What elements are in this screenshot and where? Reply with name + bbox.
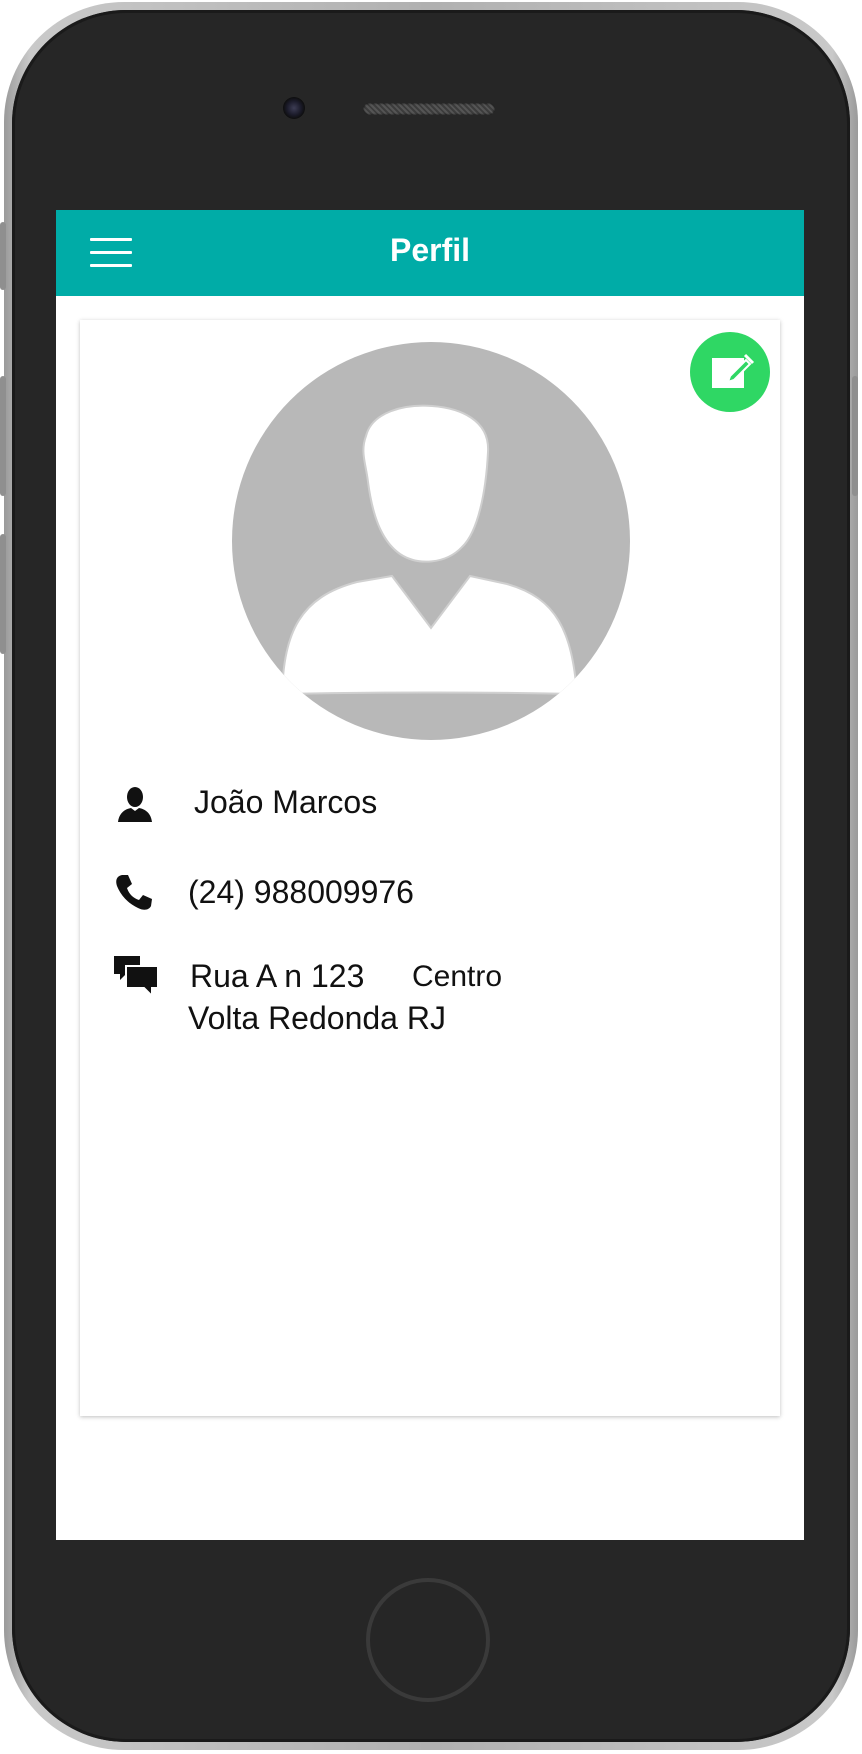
person-icon xyxy=(118,787,152,822)
side-button-volume-down xyxy=(0,534,6,654)
edit-profile-button[interactable] xyxy=(690,332,770,412)
front-camera xyxy=(283,97,305,119)
edit-pencil-icon xyxy=(712,353,755,388)
home-button[interactable] xyxy=(366,1578,490,1702)
profile-card: João Marcos (24) 988009976 Rua A n 123 C… xyxy=(80,320,780,1416)
side-button-mute xyxy=(0,222,6,290)
side-button-volume-up xyxy=(0,376,6,496)
chat-bubbles-icon xyxy=(114,956,159,999)
phone-icon xyxy=(116,875,152,910)
page-title: Perfil xyxy=(389,232,471,268)
profile-phone: (24) 988009976 xyxy=(188,874,414,910)
side-button-power xyxy=(852,376,858,496)
profile-city: Volta Redonda RJ xyxy=(188,1000,446,1036)
profile-district: Centro xyxy=(412,960,503,993)
app-bar: Perfil xyxy=(56,210,804,296)
app-screen: Perfil João Marcos (24) 988009976 Rua A … xyxy=(56,210,804,1540)
profile-street: Rua A n 123 xyxy=(190,958,365,994)
earpiece-speaker xyxy=(363,103,495,115)
profile-name: João Marcos xyxy=(194,784,378,820)
default-user-avatar xyxy=(232,342,630,740)
